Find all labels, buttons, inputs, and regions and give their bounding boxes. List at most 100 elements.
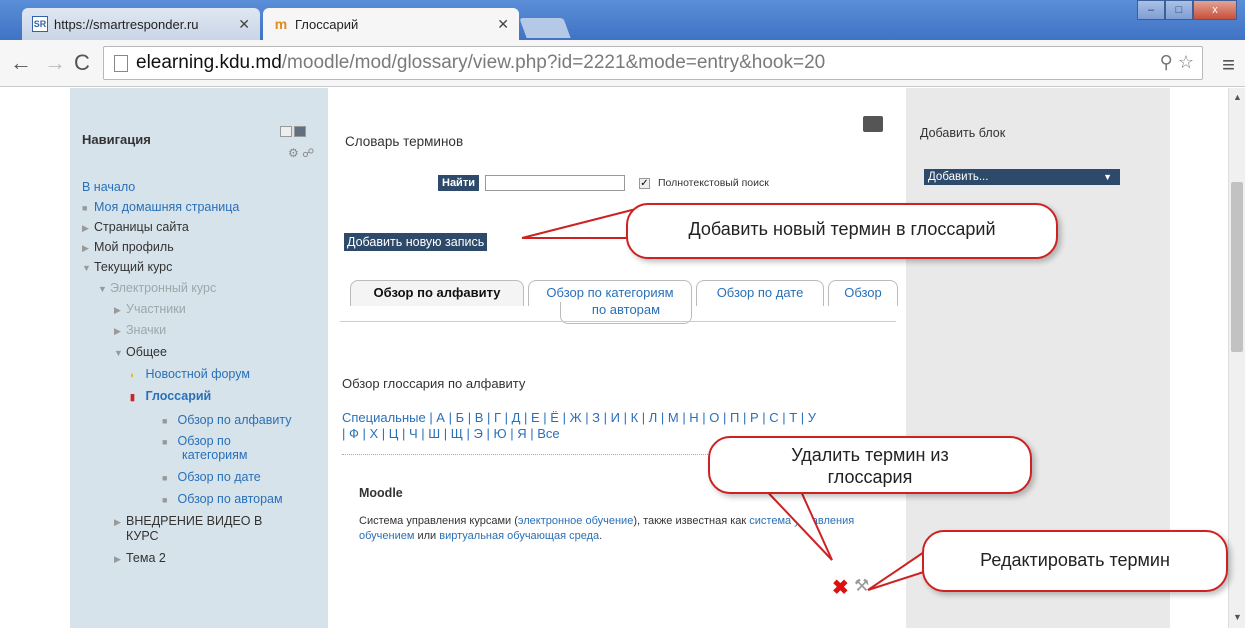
nav-item-label: Электронный курс (110, 281, 217, 295)
collapse-arrow-icon: ▼ (114, 348, 123, 358)
expand-arrow-icon: ▶ (82, 243, 89, 253)
nav-item-browse-alpha[interactable]: ■ Обзор по алфавиту (162, 413, 291, 427)
tab-browse-author[interactable]: Обзор (828, 280, 898, 306)
nav-item-label: Обзор по дате (177, 470, 261, 484)
nav-item-site-pages[interactable]: ▶ Страницы сайта (82, 220, 189, 234)
nav-item-dashboard[interactable]: ■ Моя домашняя страница (82, 200, 239, 214)
dock-icon[interactable] (294, 126, 306, 137)
nav-item-profile[interactable]: ▶ Мой профиль (82, 240, 174, 254)
expand-arrow-icon: ▶ (114, 517, 121, 527)
address-bar[interactable]: elearning.kdu.md/moodle/mod/glossary/vie… (103, 46, 1203, 80)
browser-tab-glossary[interactable]: m Глоссарий ✕ (263, 8, 519, 40)
search-form: Найти ✓ Полнотекстовый поиск (438, 175, 769, 191)
navigation-title: Навигация (82, 132, 151, 147)
menu-icon[interactable]: ≡ (1222, 52, 1235, 78)
callout-line: Удалить термин из (791, 445, 949, 465)
nav-item-topic-2[interactable]: ▶ Тема 2 (114, 551, 166, 565)
nav-item-browse-author[interactable]: ■ Обзор по авторам (162, 492, 283, 506)
scroll-up-icon[interactable]: ▲ (1233, 92, 1242, 102)
tab-title: Глоссарий (295, 16, 359, 32)
search-input[interactable] (484, 175, 625, 191)
callout-add-term: Добавить новый термин в глоссарий (626, 203, 1058, 259)
nav-item-label: Обзор по алфавиту (177, 413, 292, 427)
nav-item-label: Обзор по авторам (177, 492, 283, 506)
entry-definition: Система управления курсами (электронное … (359, 514, 899, 544)
nav-item-home[interactable]: В начало (82, 180, 135, 194)
scroll-down-icon[interactable]: ▼ (1233, 612, 1242, 622)
delete-icon[interactable]: ✖ (832, 575, 849, 600)
zoom-star-icons[interactable]: ⚲ ☆ (1160, 52, 1194, 73)
minimize-button[interactable]: – (1137, 0, 1165, 20)
nav-item-browse-category[interactable]: ■ Обзор по (162, 434, 231, 448)
definition-text: . (599, 530, 603, 542)
nav-item-label: Мой профиль (94, 240, 174, 254)
maximize-button[interactable]: □ (1165, 0, 1193, 20)
nav-item-label: Глоссарий (145, 389, 212, 403)
callout-edit-term: Редактировать термин (922, 530, 1228, 592)
nav-item-video-section[interactable]: ▶ ВНЕДРЕНИЕ ВИДЕО В (114, 514, 262, 528)
nav-item-label: Новостной форум (145, 367, 250, 381)
add-block-select[interactable]: Добавить... ▼ (924, 169, 1120, 185)
url-text[interactable]: elearning.kdu.md/moodle/mod/glossary/vie… (136, 52, 825, 74)
nav-item-label: Тема 2 (126, 551, 166, 565)
browser-toolbar: ← → C elearning.kdu.md/moodle/mod/glossa… (0, 40, 1245, 87)
glossary-book-icon: ▮ (130, 392, 135, 402)
definition-text: или (414, 530, 440, 542)
reload-icon[interactable]: C (74, 50, 90, 76)
fulltext-label: Полнотекстовый поиск (657, 177, 769, 189)
nav-item-current-course[interactable]: ▼ Текущий курс (82, 260, 172, 274)
moodle-icon: m (274, 16, 288, 32)
glossary-tabs: Обзор по алфавиту Обзор по категориям Об… (350, 280, 898, 324)
select-value: Добавить... (928, 171, 989, 183)
collapse-arrow-icon: ▼ (82, 263, 91, 273)
add-entry-button[interactable]: Добавить новую запись (344, 233, 488, 251)
nav-item-badges[interactable]: ▶ Значки (114, 323, 166, 337)
search-button[interactable]: Найти (438, 175, 479, 191)
new-tab-button[interactable] (519, 18, 571, 38)
nav-item-label: Текущий курс (94, 260, 173, 274)
browser-tabstrip: SR https://smartresponder.ru ✕ m Глоссар… (0, 0, 1245, 40)
tab-browse-alphabet[interactable]: Обзор по алфавиту (350, 280, 524, 306)
nav-item-video-section-cont[interactable]: КУРС (126, 529, 159, 543)
definition-text: Система управления курсами ( (359, 515, 518, 527)
expand-arrow-icon: ▶ (82, 223, 89, 233)
browser-tab-smartresponder[interactable]: SR https://smartresponder.ru ✕ (22, 8, 260, 40)
close-icon[interactable]: ✕ (238, 16, 250, 33)
nav-item-course[interactable]: ▼ Электронный курс (98, 281, 216, 295)
edit-wrench-icon[interactable]: ⚒ (854, 576, 869, 596)
close-icon[interactable]: ✕ (497, 16, 509, 33)
nav-item-news-forum[interactable]: ◐ Новостной форум (130, 367, 250, 381)
page-title: Словарь терминов (345, 134, 464, 149)
tab-browse-date[interactable]: Обзор по дате (696, 280, 824, 306)
bullet-icon: ■ (162, 473, 168, 483)
nav-item-glossary[interactable]: ▮ Глоссарий (130, 389, 211, 403)
window-close-button[interactable]: x (1193, 0, 1237, 20)
back-arrow-icon[interactable]: ← (10, 50, 32, 76)
nav-item-label: Участники (126, 302, 186, 316)
page-scrollbar[interactable]: ▲ ▼ (1228, 88, 1245, 628)
collapse-icon[interactable] (280, 126, 292, 137)
callout-delete-term: Удалить термин из глоссария (708, 436, 1032, 494)
bullet-icon: ■ (162, 437, 168, 447)
block-controls[interactable] (278, 126, 306, 140)
nav-item-label: Страницы сайта (94, 220, 189, 234)
nav-item-label: Значки (126, 323, 167, 337)
nav-item-label: Обзор по (177, 434, 231, 448)
block-settings-icons[interactable]: ⚙ ☍ (288, 146, 314, 160)
forward-arrow-icon[interactable]: → (44, 50, 66, 76)
nav-item-label: Моя домашняя страница (94, 200, 240, 214)
nav-item-general[interactable]: ▼ Общее (114, 345, 167, 359)
alphabet-line[interactable]: Специальные | А | Б | В | Г | Д | Е | Ё … (342, 410, 902, 426)
printer-icon[interactable] (863, 116, 883, 132)
nav-item-browse-category-cont[interactable]: категориям (182, 448, 248, 462)
fulltext-checkbox[interactable]: ✓ (638, 177, 650, 189)
nav-item-browse-date[interactable]: ■ Обзор по дате (162, 470, 261, 484)
nav-item-label: Общее (126, 345, 167, 359)
entry-term: Moodle (359, 486, 403, 500)
nav-item-participants[interactable]: ▶ Участники (114, 302, 186, 316)
definition-link[interactable]: электронное обучение (518, 515, 633, 527)
expand-arrow-icon: ▶ (114, 305, 121, 315)
definition-link[interactable]: виртуальная обучающая среда (439, 530, 599, 542)
url-host: elearning.kdu.md (136, 52, 282, 73)
scrollbar-thumb[interactable] (1231, 182, 1243, 352)
